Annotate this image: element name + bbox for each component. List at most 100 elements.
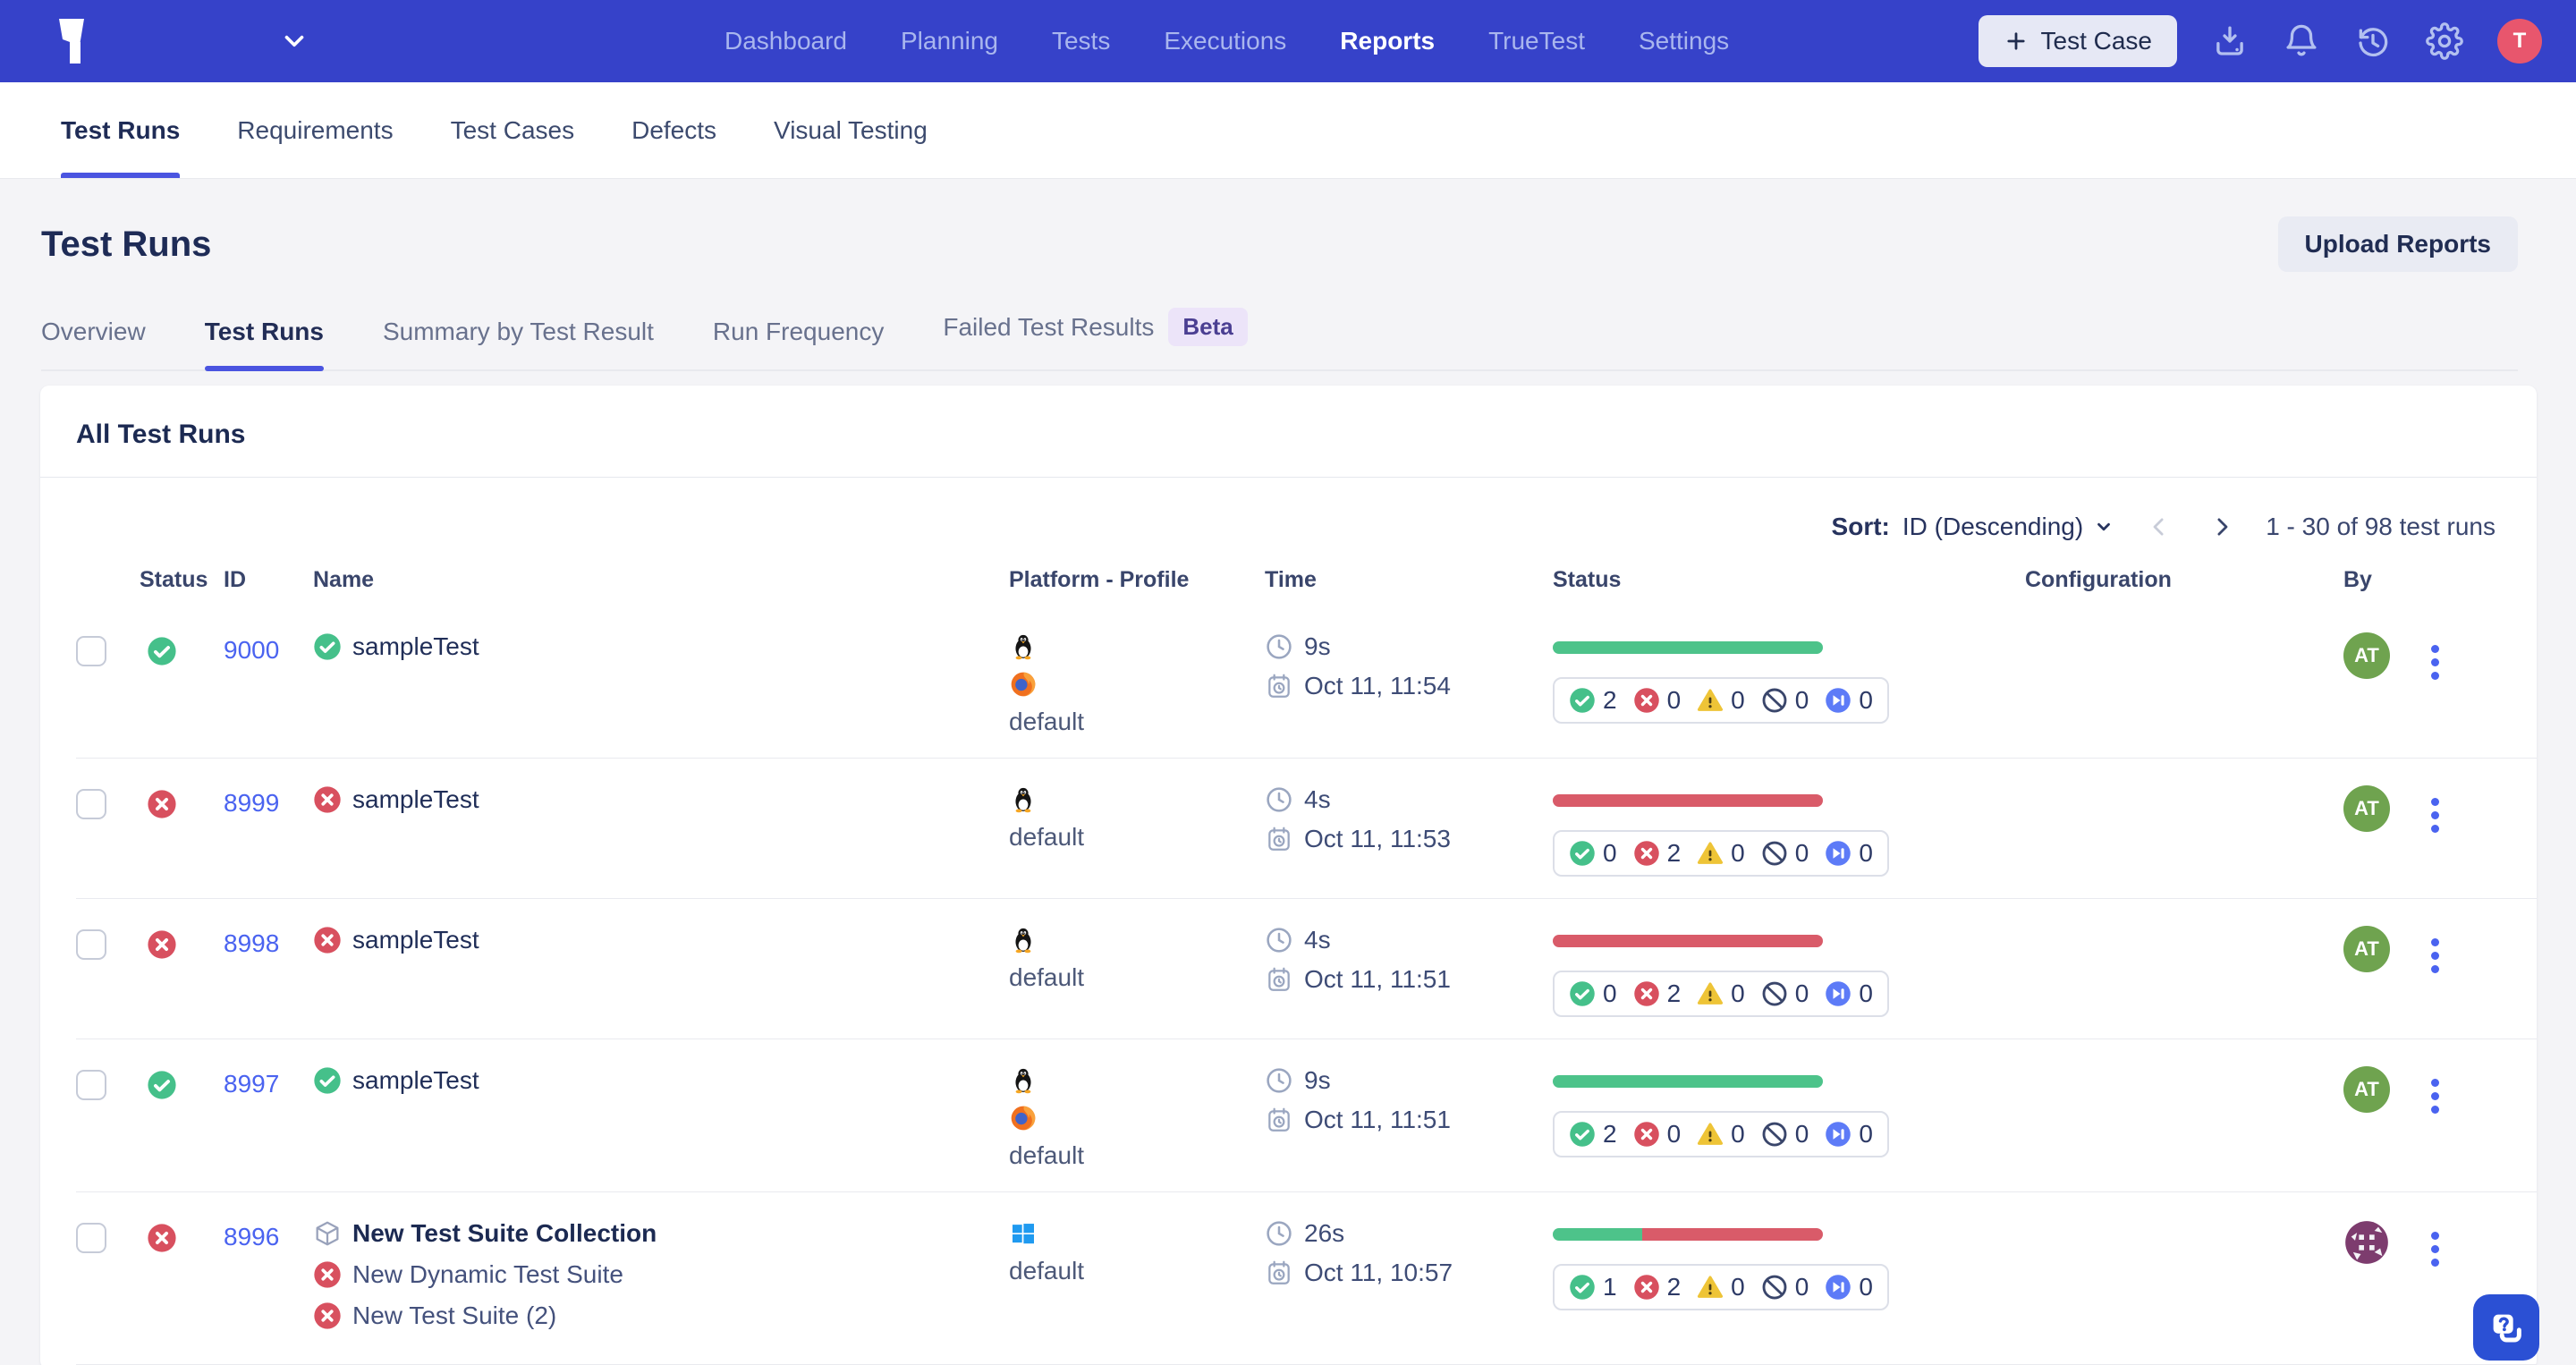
row-actions-kebab-icon[interactable] bbox=[2424, 1225, 2446, 1274]
failed-icon bbox=[1633, 687, 1660, 714]
chevron-down-icon bbox=[2094, 517, 2114, 537]
user-avatar-initials[interactable]: AT bbox=[2343, 785, 2390, 832]
module-tab-defects[interactable]: Defects bbox=[631, 82, 716, 178]
failed-icon bbox=[147, 789, 177, 819]
report-tab-failed-test-results[interactable]: Failed Test ResultsBeta bbox=[943, 302, 1247, 369]
count-passed: 2 bbox=[1569, 1120, 1617, 1149]
duration-clock-icon bbox=[1265, 1066, 1293, 1095]
configuration-cell bbox=[2025, 632, 2343, 641]
schedule-calendar-icon bbox=[1265, 1106, 1293, 1134]
count-blocked: 0 bbox=[1761, 1120, 1809, 1149]
count-skipped: 0 bbox=[1825, 686, 1873, 715]
user-avatar[interactable]: T bbox=[2497, 19, 2542, 64]
user-avatar-initials[interactable]: AT bbox=[2343, 1066, 2390, 1113]
count-passed: 0 bbox=[1569, 839, 1617, 868]
report-tab-overview[interactable]: Overview bbox=[41, 312, 146, 369]
result-counts-pill: 20000 bbox=[1553, 677, 1889, 724]
schedule-calendar-icon bbox=[1265, 965, 1293, 994]
test-run-id-link[interactable]: 8999 bbox=[224, 789, 279, 818]
upload-reports-button[interactable]: Upload Reports bbox=[2278, 216, 2518, 272]
count-failed: 0 bbox=[1633, 686, 1682, 715]
nav-item-reports[interactable]: Reports bbox=[1338, 18, 1436, 64]
row-actions-kebab-icon[interactable] bbox=[2424, 638, 2446, 687]
profile-name: default bbox=[1009, 963, 1265, 992]
failed-icon bbox=[147, 929, 177, 960]
row-actions-kebab-icon[interactable] bbox=[2424, 1072, 2446, 1121]
linux-platform-icon bbox=[1009, 926, 1038, 954]
pagination-next-button[interactable] bbox=[2205, 510, 2239, 544]
test-run-id-link[interactable]: 8996 bbox=[224, 1223, 279, 1251]
row-checkbox[interactable] bbox=[76, 929, 106, 960]
test-run-id-link[interactable]: 8997 bbox=[224, 1070, 279, 1098]
test-run-row: 8999 sampleTest default 4s Oct 11, 11:53… bbox=[76, 759, 2537, 899]
pagination-prev-button[interactable] bbox=[2142, 510, 2176, 544]
passed-icon bbox=[313, 1066, 342, 1095]
row-checkbox[interactable] bbox=[76, 636, 106, 666]
test-run-name[interactable]: sampleTest bbox=[352, 1066, 479, 1095]
report-tab-summary-by-test-result[interactable]: Summary by Test Result bbox=[383, 312, 654, 369]
nav-item-planning[interactable]: Planning bbox=[899, 18, 1000, 64]
test-run-id-link[interactable]: 8998 bbox=[224, 929, 279, 958]
suite-name[interactable]: New Test Suite (2) bbox=[352, 1301, 556, 1330]
configuration-cell bbox=[2025, 926, 2343, 935]
failed-icon bbox=[313, 1301, 342, 1330]
module-tab-visual-testing[interactable]: Visual Testing bbox=[774, 82, 928, 178]
count-failed: 2 bbox=[1633, 839, 1682, 868]
download-icon[interactable] bbox=[2211, 22, 2249, 60]
sort-dropdown[interactable]: ID (Descending) bbox=[1902, 513, 2114, 541]
suite-name[interactable]: New Dynamic Test Suite bbox=[352, 1260, 623, 1289]
result-counts-pill: 02000 bbox=[1553, 830, 1889, 877]
test-run-row: 8997 sampleTest default 9s Oct 11, 11:51… bbox=[76, 1039, 2537, 1192]
project-switcher-chevron-icon[interactable] bbox=[279, 26, 309, 56]
row-checkbox[interactable] bbox=[76, 789, 106, 819]
module-tab-test-runs[interactable]: Test Runs bbox=[61, 82, 180, 178]
test-run-name[interactable]: New Test Suite Collection bbox=[352, 1219, 657, 1248]
result-counts-pill: 02000 bbox=[1553, 971, 1889, 1017]
test-run-name[interactable]: sampleTest bbox=[352, 785, 479, 814]
test-run-name[interactable]: sampleTest bbox=[352, 632, 479, 661]
run-datetime: Oct 11, 11:53 bbox=[1304, 825, 1451, 853]
run-duration: 9s bbox=[1304, 632, 1331, 661]
app-logo-icon[interactable] bbox=[50, 15, 91, 67]
module-tab-requirements[interactable]: Requirements bbox=[237, 82, 393, 178]
passed-icon bbox=[147, 1070, 177, 1100]
pattern-avatar[interactable] bbox=[2343, 1219, 2390, 1266]
user-avatar-initials[interactable]: AT bbox=[2343, 632, 2390, 679]
nav-item-settings[interactable]: Settings bbox=[1637, 18, 1731, 64]
module-tab-test-cases[interactable]: Test Cases bbox=[451, 82, 575, 178]
failed-icon bbox=[1633, 840, 1660, 867]
nav-item-dashboard[interactable]: Dashboard bbox=[723, 18, 849, 64]
report-tab-run-frequency[interactable]: Run Frequency bbox=[713, 312, 884, 369]
all-test-runs-card: All Test Runs Sort: ID (Descending) 1 - … bbox=[40, 386, 2537, 1365]
nav-item-executions[interactable]: Executions bbox=[1162, 18, 1288, 64]
profile-name: default bbox=[1009, 1257, 1265, 1285]
column-header-name: Name bbox=[313, 567, 1009, 593]
test-run-row: 8998 sampleTest default 4s Oct 11, 11:51… bbox=[76, 899, 2537, 1039]
row-actions-kebab-icon[interactable] bbox=[2424, 791, 2446, 840]
passed-icon bbox=[1569, 840, 1596, 867]
run-datetime: Oct 11, 10:57 bbox=[1304, 1259, 1453, 1287]
test-run-name[interactable]: sampleTest bbox=[352, 926, 479, 954]
new-test-case-button[interactable]: Test Case bbox=[1979, 15, 2178, 67]
report-tab-test-runs[interactable]: Test Runs bbox=[205, 312, 324, 369]
run-duration: 4s bbox=[1304, 926, 1331, 954]
nav-item-tests[interactable]: Tests bbox=[1050, 18, 1112, 64]
row-actions-kebab-icon[interactable] bbox=[2424, 931, 2446, 980]
bell-icon[interactable] bbox=[2283, 22, 2320, 60]
help-chat-button[interactable] bbox=[2473, 1294, 2539, 1361]
count-passed: 1 bbox=[1569, 1273, 1617, 1301]
test-run-id-link[interactable]: 9000 bbox=[224, 636, 279, 665]
row-checkbox[interactable] bbox=[76, 1070, 106, 1100]
row-checkbox[interactable] bbox=[76, 1223, 106, 1253]
nav-item-truetest[interactable]: TrueTest bbox=[1487, 18, 1587, 64]
user-avatar-initials[interactable]: AT bbox=[2343, 926, 2390, 972]
duration-clock-icon bbox=[1265, 785, 1293, 814]
warning-icon bbox=[1697, 1274, 1724, 1301]
profile-name: default bbox=[1009, 708, 1265, 736]
gear-icon[interactable] bbox=[2426, 22, 2463, 60]
history-icon[interactable] bbox=[2354, 22, 2392, 60]
beta-badge: Beta bbox=[1168, 308, 1247, 346]
chevron-right-icon bbox=[2208, 513, 2235, 540]
test-run-row: 8996 New Test Suite Collection New Dynami… bbox=[76, 1192, 2537, 1365]
page-header: Test Runs Upload Reports bbox=[0, 179, 2576, 272]
